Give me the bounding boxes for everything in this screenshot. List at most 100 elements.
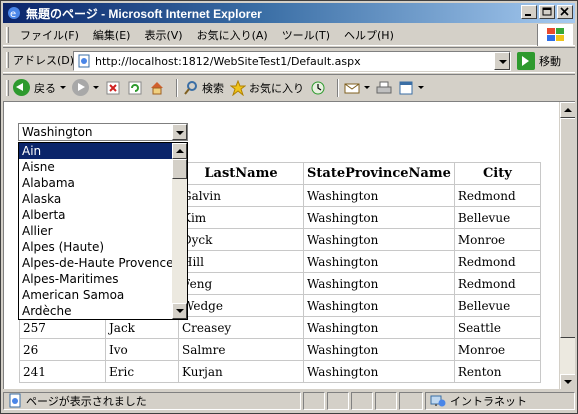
list-item[interactable]: Alpes-de-Haute Provence (19, 255, 173, 271)
refresh-icon (127, 80, 143, 96)
list-scroll-thumb[interactable] (172, 159, 187, 179)
scroll-up-button[interactable] (560, 102, 575, 118)
star-icon (229, 79, 247, 96)
cell-id: 26 (19, 338, 106, 361)
back-dropdown-icon[interactable] (60, 86, 66, 89)
state-dropdown-button[interactable] (172, 124, 187, 140)
cell-city: Bellevue (453, 294, 541, 317)
browser-window: e 無題のページ - Microsoft Internet Explorer フ… (0, 0, 578, 414)
history-button[interactable] (310, 80, 326, 96)
list-item[interactable]: Ardèche (19, 303, 173, 319)
list-item[interactable]: Alaska (19, 191, 173, 207)
state-dropdown-value: Washington (22, 125, 93, 139)
forward-dropdown-icon[interactable] (93, 86, 99, 89)
cell-lastname: Creasey (178, 316, 304, 339)
history-icon (310, 80, 326, 96)
title-bar[interactable]: e 無題のページ - Microsoft Internet Explorer (3, 3, 575, 23)
toolbar-grip[interactable] (6, 79, 9, 96)
cell-firstname: Ivo (105, 338, 179, 361)
list-item[interactable]: Allier (19, 223, 173, 239)
address-url: http://localhost:1812/WebSiteTest1/Defau… (95, 54, 361, 68)
list-item[interactable]: Alpes (Haute) (19, 239, 173, 255)
list-item[interactable]: American Samoa (19, 287, 173, 303)
ie-icon: e (6, 5, 22, 21)
close-button[interactable] (557, 5, 573, 19)
address-grip[interactable] (6, 52, 9, 68)
toolbar-separator-2 (337, 78, 339, 97)
list-scroll-up-button[interactable] (172, 143, 187, 159)
cell-id: 241 (19, 360, 106, 383)
page-scrollbar[interactable] (559, 102, 575, 389)
list-item[interactable]: Alpes-Maritimes (19, 271, 173, 287)
back-arrow-icon (13, 79, 30, 96)
address-field[interactable]: http://localhost:1812/WebSiteTest1/Defau… (73, 51, 511, 71)
list-scrollbar[interactable] (172, 143, 187, 319)
refresh-button[interactable] (127, 80, 143, 96)
status-cell (327, 392, 349, 410)
address-dropdown-button[interactable] (494, 52, 510, 70)
menu-tools[interactable]: ツール(T) (275, 27, 337, 43)
cell-city: Redmond (453, 184, 541, 207)
menu-file[interactable]: ファイル(F) (13, 27, 86, 43)
cell-city: Monroe (453, 338, 541, 361)
cell-state: Washington (303, 360, 455, 383)
cell-city: Seattle (453, 316, 541, 339)
go-button[interactable]: 移動 (517, 52, 561, 70)
scroll-down-button[interactable] (560, 374, 575, 389)
menu-favorites[interactable]: お気に入り(A) (190, 27, 275, 43)
cell-lastname: Feng (178, 272, 304, 295)
status-message: ページが表示されました (3, 392, 301, 410)
back-button[interactable]: 戻る (13, 79, 66, 96)
maximize-button[interactable] (539, 5, 555, 19)
status-cell (399, 392, 423, 410)
menu-grip[interactable] (6, 26, 9, 43)
cell-state: Washington (303, 206, 455, 229)
state-dropdown-list[interactable]: Ain Aisne Alabama Alaska Alberta Allier … (18, 142, 188, 320)
page-icon (77, 54, 91, 68)
menu-help[interactable]: ヘルプ(H) (337, 27, 401, 43)
stop-button[interactable] (105, 80, 121, 96)
favorites-button[interactable]: お気に入り (229, 79, 304, 96)
forward-arrow-icon (72, 79, 89, 96)
mail-icon (344, 80, 360, 96)
list-item[interactable]: Aisne (19, 159, 173, 175)
cell-lastname: Wedge (178, 294, 304, 317)
status-cell (351, 392, 373, 410)
window-title: 無題のページ - Microsoft Internet Explorer (26, 6, 262, 21)
mail-dropdown-icon[interactable] (364, 86, 370, 89)
minimize-button[interactable] (521, 5, 537, 19)
go-label: 移動 (539, 55, 561, 68)
list-item[interactable]: Alberta (19, 207, 173, 223)
forward-button[interactable] (72, 79, 99, 96)
print-button[interactable] (376, 80, 392, 96)
home-button[interactable] (149, 80, 165, 96)
cell-state: Washington (303, 184, 455, 207)
menu-view[interactable]: 表示(V) (137, 27, 189, 43)
list-item[interactable]: Alabama (19, 175, 173, 191)
favorites-label: お気に入り (249, 81, 304, 95)
edit-dropdown-icon[interactable] (418, 86, 424, 89)
grid-header-stateprovince: StateProvinceName (303, 162, 455, 185)
page-done-icon (7, 393, 23, 409)
edit-button[interactable] (398, 80, 424, 96)
list-scroll-down-button[interactable] (172, 303, 187, 319)
cell-state: Washington (303, 294, 455, 317)
search-button[interactable]: 検索 (183, 80, 224, 96)
cell-state: Washington (303, 272, 455, 295)
cell-lastname: Salmre (178, 338, 304, 361)
menu-edit[interactable]: 編集(E) (86, 27, 138, 43)
grid-header-lastname: LastName (178, 162, 304, 185)
intranet-icon (430, 393, 446, 409)
cell-lastname: Kim (178, 206, 304, 229)
mail-button[interactable] (344, 80, 370, 96)
list-item[interactable]: Ain (19, 143, 173, 159)
windows-logo-icon (537, 24, 573, 46)
go-arrow-icon (517, 52, 535, 70)
printer-icon (376, 80, 392, 96)
scroll-thumb[interactable] (560, 118, 575, 338)
status-cell (303, 392, 325, 410)
status-text: ページが表示されました (26, 395, 147, 408)
svg-text:e: e (10, 9, 16, 20)
state-dropdown[interactable]: Washington (18, 123, 188, 141)
search-icon (183, 80, 199, 96)
